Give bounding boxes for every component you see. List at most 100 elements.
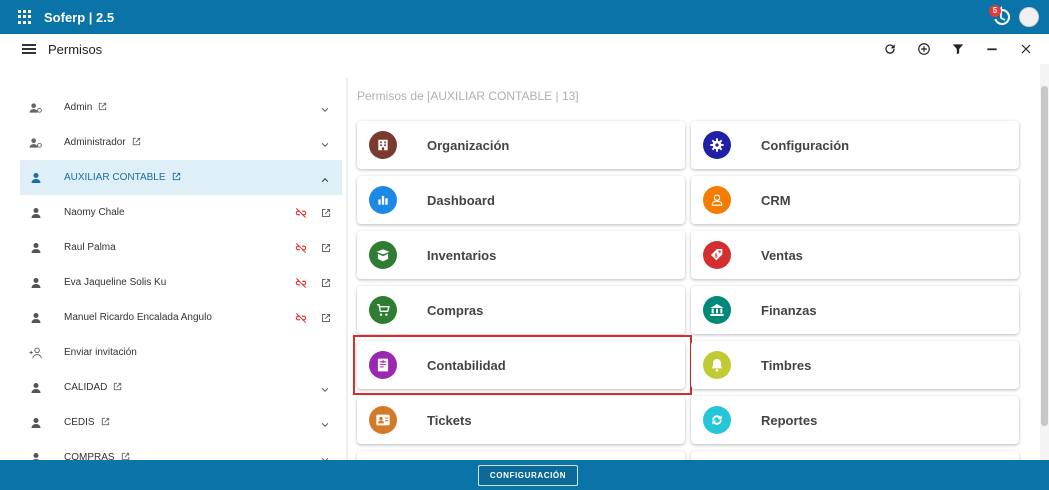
user-name: Administrador <box>64 137 126 148</box>
open-external-icon[interactable] <box>100 416 111 430</box>
page-title: Permisos <box>48 41 103 57</box>
module-tile-dashboard[interactable]: Dashboard <box>357 176 685 224</box>
refresh-icon[interactable] <box>873 38 907 60</box>
close-icon[interactable] <box>1009 38 1043 60</box>
group-user-icon <box>28 102 44 114</box>
user-name: Raul Palma <box>64 242 116 253</box>
cart-icon <box>369 296 397 324</box>
history-icon[interactable]: 5 <box>989 5 1013 29</box>
report-icon <box>703 406 731 434</box>
user-name: COMPRAS <box>64 452 115 460</box>
user-row-calidad[interactable]: CALIDAD <box>20 370 342 405</box>
module-label: CRM <box>761 192 791 208</box>
menu-icon[interactable] <box>22 42 36 56</box>
module-tile-ventas[interactable]: $ Ventas <box>691 231 1019 279</box>
invite-label: Enviar invitación <box>64 347 137 358</box>
member-row-raul-palma[interactable]: Raul Palma <box>20 230 342 265</box>
person-add-icon <box>28 347 44 359</box>
user-avatar[interactable] <box>1019 7 1039 27</box>
user-row-admin[interactable]: Admin <box>20 90 342 125</box>
module-label: Finanzas <box>761 302 817 318</box>
module-label: Inventarios <box>427 247 497 263</box>
user-name: AUXILIAR CONTABLE <box>64 172 166 183</box>
bank-icon <box>703 296 731 324</box>
module-tile-finanzas[interactable]: Finanzas <box>691 286 1019 334</box>
person-icon <box>28 452 44 460</box>
minimize-icon[interactable] <box>975 38 1009 60</box>
module-label: Reportes <box>761 412 818 428</box>
open-external-icon[interactable] <box>112 381 123 395</box>
chevron-down-icon[interactable] <box>320 452 330 460</box>
bell-icon <box>703 351 731 379</box>
invite-row[interactable]: Enviar invitación <box>20 335 342 370</box>
module-label: Compras <box>427 302 484 318</box>
add-circle-icon[interactable] <box>907 38 941 60</box>
chevron-down-icon[interactable] <box>320 417 330 435</box>
user-row-cedis[interactable]: CEDIS <box>20 405 342 440</box>
module-label: Timbres <box>761 357 812 373</box>
user-row-compras[interactable]: COMPRAS <box>20 440 342 460</box>
user-row-administrador[interactable]: Administrador <box>20 125 342 160</box>
open-external-icon[interactable] <box>131 136 142 150</box>
user-name: CALIDAD <box>64 382 108 393</box>
open-external-icon[interactable] <box>320 206 332 224</box>
module-tile-compras[interactable]: Compras <box>357 286 685 334</box>
module-tile-inventarios[interactable]: Inventarios <box>357 231 685 279</box>
person-icon <box>28 312 44 324</box>
price-tag-icon: $ <box>703 241 731 269</box>
member-row-manuel-ricardo-encalada-angulo[interactable]: Manuel Ricardo Encalada Angulo <box>20 300 342 335</box>
open-external-icon[interactable] <box>320 276 332 294</box>
building-icon <box>369 131 397 159</box>
unlink-icon[interactable] <box>294 311 308 329</box>
app-title: Soferp | 2.5 <box>44 9 115 25</box>
box-icon <box>369 241 397 269</box>
member-row-naomy-chale[interactable]: Naomy Chale <box>20 195 342 230</box>
open-external-icon[interactable] <box>320 241 332 259</box>
ticket-icon <box>369 406 397 434</box>
user-name: CEDIS <box>64 417 95 428</box>
module-label: Ventas <box>761 247 803 263</box>
bar-chart-icon <box>369 186 397 214</box>
module-tile-organizacion[interactable]: Organización <box>357 121 685 169</box>
scrollbar[interactable] <box>1040 64 1049 460</box>
filter-icon[interactable] <box>941 38 975 60</box>
user-row-auxiliar-contable[interactable]: AUXILIAR CONTABLE <box>20 160 342 195</box>
notification-badge: 5 <box>989 5 1001 17</box>
highlight-box <box>353 335 692 395</box>
unlink-icon[interactable] <box>294 206 308 224</box>
app-bar: Soferp | 2.5 5 <box>0 0 1049 34</box>
module-tile-crm[interactable]: CRM <box>691 176 1019 224</box>
open-external-icon[interactable] <box>171 171 182 185</box>
person-icon <box>28 417 44 429</box>
apps-grid-icon[interactable] <box>18 10 32 24</box>
module-label: Tickets <box>427 412 472 428</box>
scrollbar-thumb[interactable] <box>1041 86 1048 426</box>
person-icon <box>28 382 44 394</box>
person-icon <box>28 242 44 254</box>
member-row-eva-jaqueline-solis-ku[interactable]: Eva Jaqueline Solis Ku <box>20 265 342 300</box>
module-label: Organización <box>427 137 510 153</box>
gear-icon <box>703 131 731 159</box>
configuration-button[interactable]: CONFIGURACIÓN <box>478 465 578 486</box>
chevron-down-icon[interactable] <box>320 137 330 155</box>
open-external-icon[interactable] <box>97 101 108 115</box>
module-label: Dashboard <box>427 192 495 208</box>
chevron-down-icon[interactable] <box>320 382 330 400</box>
unlink-icon[interactable] <box>294 241 308 259</box>
chevron-up-icon[interactable] <box>320 172 330 190</box>
module-tile-timbres[interactable]: Timbres <box>691 341 1019 389</box>
open-external-icon[interactable] <box>120 451 131 461</box>
user-name: Eva Jaqueline Solis Ku <box>64 277 167 288</box>
permissions-subtitle: Permisos de [AUXILIAR CONTABLE | 13] <box>357 89 579 103</box>
module-tile-tickets[interactable]: Tickets <box>357 396 685 444</box>
open-external-icon[interactable] <box>320 311 332 329</box>
user-name: Admin <box>64 102 93 113</box>
module-tile-configuracion[interactable]: Configuración <box>691 121 1019 169</box>
chevron-down-icon[interactable] <box>320 102 330 120</box>
person-icon <box>28 277 44 289</box>
unlink-icon[interactable] <box>294 276 308 294</box>
crm-person-icon <box>703 186 731 214</box>
module-tile-reportes[interactable]: Reportes <box>691 396 1019 444</box>
module-label: Configuración <box>761 137 850 153</box>
user-name: Manuel Ricardo Encalada Angulo <box>64 312 212 323</box>
